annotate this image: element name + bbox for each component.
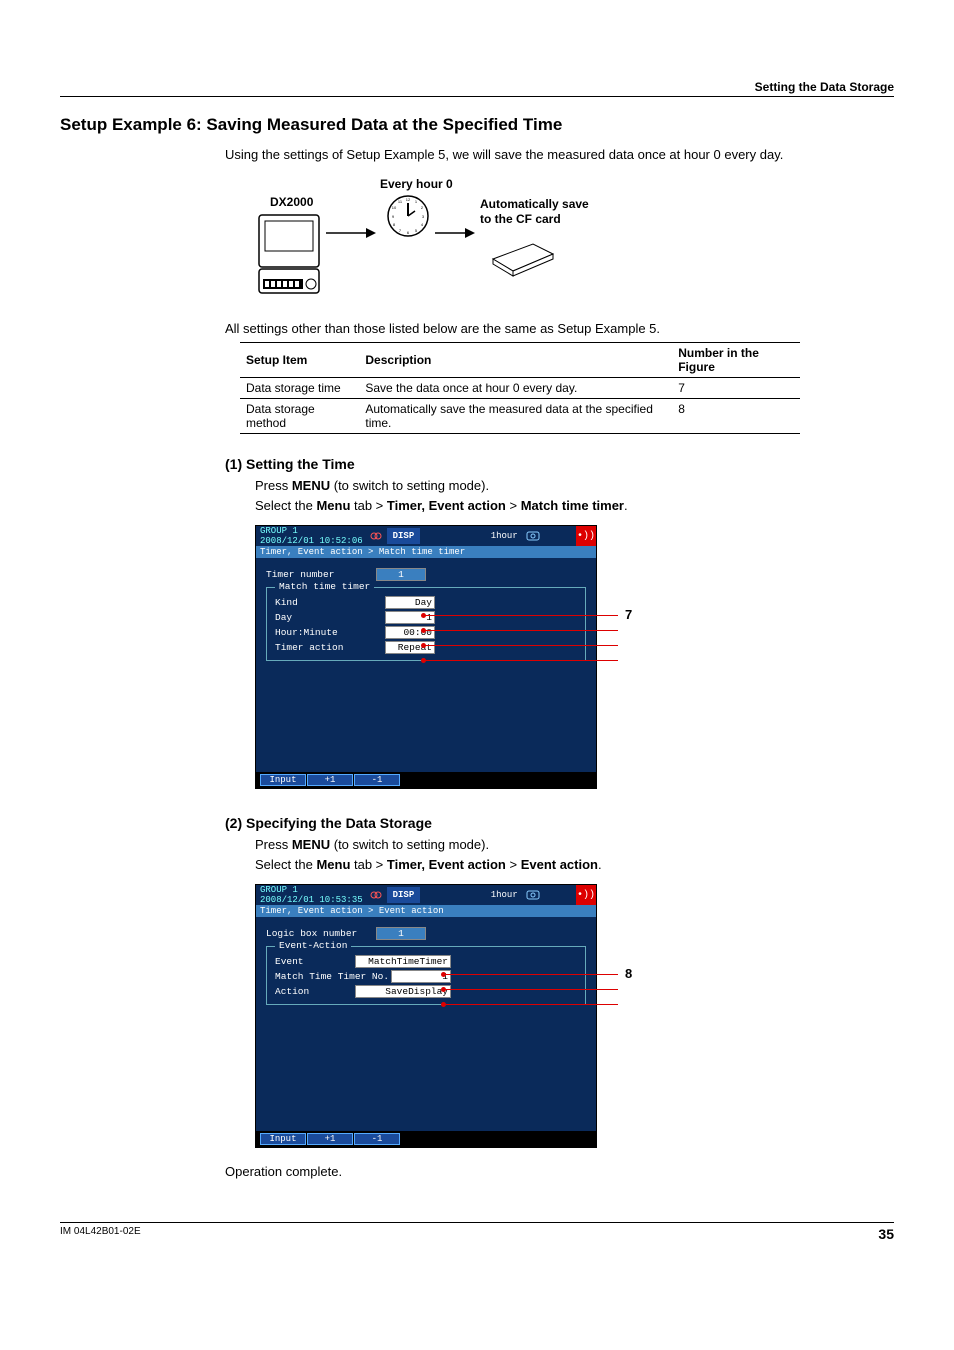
- field-label: Event: [275, 956, 355, 967]
- clock-icon: 12369 12 45 78 1011: [385, 193, 431, 242]
- instruction-text: Press MENU (to switch to setting mode). …: [255, 835, 894, 874]
- input-button[interactable]: Input: [260, 1133, 306, 1145]
- camera-icon: [524, 885, 542, 905]
- plus-button[interactable]: +1: [307, 774, 353, 786]
- callout-7: 7: [625, 607, 632, 622]
- arrow-icon: [435, 225, 475, 244]
- field-label: Action: [275, 986, 355, 997]
- time-scale: 1hour: [491, 526, 524, 546]
- page-title: Setup Example 6: Saving Measured Data at…: [60, 115, 894, 135]
- day-input[interactable]: 1: [385, 611, 435, 624]
- plus-button[interactable]: +1: [307, 1133, 353, 1145]
- instruction-text: Press MENU (to switch to setting mode). …: [255, 476, 894, 515]
- device-label: DX2000: [270, 195, 313, 209]
- doc-id: IM 04L42B01-02E: [60, 1226, 141, 1242]
- input-button[interactable]: Input: [260, 774, 306, 786]
- callout-8: 8: [625, 966, 632, 981]
- action-input[interactable]: SaveDisplay: [355, 985, 451, 998]
- minus-button[interactable]: -1: [354, 774, 400, 786]
- table-header: Setup Item: [240, 343, 359, 378]
- field-label: Day: [275, 612, 385, 623]
- field-label: Logic box number: [266, 928, 376, 939]
- arrow-icon: [326, 225, 376, 244]
- time-scale: 1hour: [491, 885, 524, 905]
- dx2000-device-icon: [255, 211, 323, 300]
- field-label: Match Time Timer No.: [275, 971, 391, 982]
- closing-text: Operation complete.: [225, 1162, 894, 1182]
- field-label: Timer action: [275, 642, 385, 653]
- event-input[interactable]: MatchTimeTimer: [355, 955, 451, 968]
- camera-icon: [524, 526, 542, 546]
- disp-button[interactable]: DISP: [387, 887, 421, 903]
- section-header: Setting the Data Storage: [60, 80, 894, 97]
- sound-icon: •)): [576, 526, 596, 546]
- page-number: 35: [878, 1226, 894, 1242]
- field-label: Hour:Minute: [275, 627, 385, 638]
- screenshot-2: GROUP 1 2008/12/01 10:53:35 DISP 1hour •…: [255, 884, 597, 1148]
- section-1-heading: (1) Setting the Time: [225, 456, 894, 472]
- page-footer: IM 04L42B01-02E 35: [60, 1222, 894, 1242]
- group-title: Match time timer: [275, 581, 374, 592]
- svg-text:12: 12: [406, 197, 411, 202]
- concept-figure: DX2000 Every hour 0 12369 12 45: [240, 177, 894, 307]
- table-row: Data storage time Save the data once at …: [240, 378, 800, 399]
- link-icon: [367, 885, 385, 905]
- link-icon: [367, 526, 385, 546]
- timer-action-input[interactable]: Repeat: [385, 641, 435, 654]
- field-label: Kind: [275, 597, 385, 608]
- group-title: Event-Action: [275, 940, 351, 951]
- pre-table-text: All settings other than those listed bel…: [225, 319, 894, 339]
- settings-table: Setup Item Description Number in the Fig…: [240, 342, 800, 434]
- breadcrumb: Timer, Event action > Event action: [256, 905, 596, 917]
- section-2-heading: (2) Specifying the Data Storage: [225, 815, 894, 831]
- group-timestamp: GROUP 1 2008/12/01 10:53:35: [256, 885, 367, 905]
- table-row: Data storage method Automatically save t…: [240, 399, 800, 434]
- minus-button[interactable]: -1: [354, 1133, 400, 1145]
- cf-card-icon: [488, 239, 558, 282]
- svg-text:10: 10: [392, 205, 397, 210]
- breadcrumb: Timer, Event action > Match time timer: [256, 546, 596, 558]
- hour-minute-input[interactable]: 00:00: [385, 626, 435, 639]
- table-header: Description: [359, 343, 672, 378]
- intro-text: Using the settings of Setup Example 5, w…: [225, 145, 894, 165]
- field-label: Timer number: [266, 569, 376, 580]
- table-header: Number in the Figure: [672, 343, 800, 378]
- disp-button[interactable]: DISP: [387, 528, 421, 544]
- kind-input[interactable]: Day: [385, 596, 435, 609]
- logic-box-input[interactable]: 1: [376, 927, 426, 940]
- clock-label: Every hour 0: [380, 177, 453, 191]
- screenshot-1: GROUP 1 2008/12/01 10:52:06 DISP 1hour •…: [255, 525, 597, 789]
- timer-number-input[interactable]: 1: [376, 568, 426, 581]
- sound-icon: •)): [576, 885, 596, 905]
- auto-save-label: Automatically save to the CF card: [480, 197, 589, 228]
- group-timestamp: GROUP 1 2008/12/01 10:52:06: [256, 526, 367, 546]
